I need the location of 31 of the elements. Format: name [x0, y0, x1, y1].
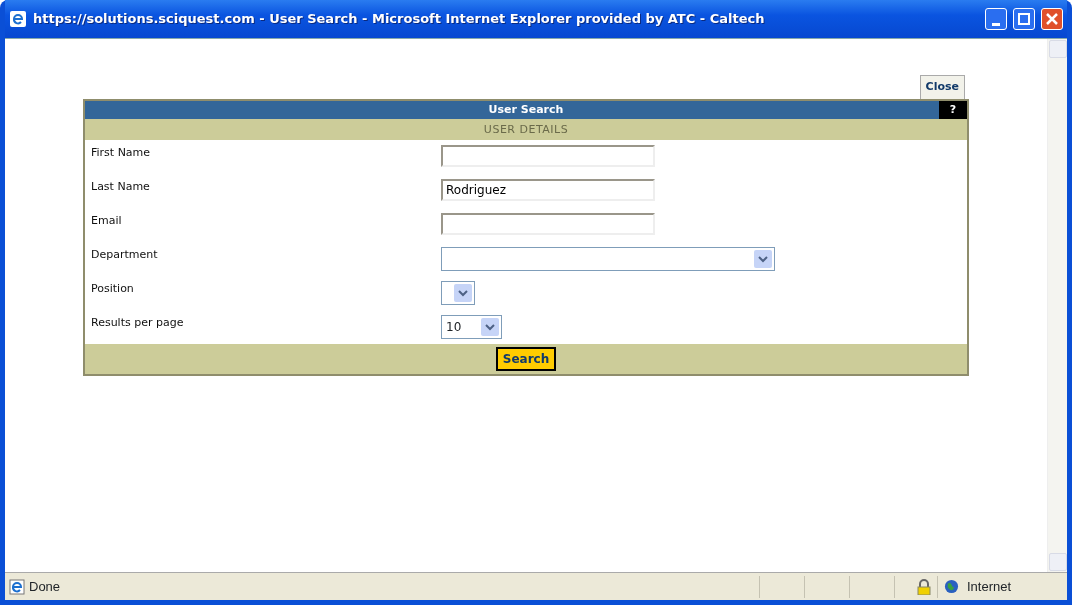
- status-text: Done: [29, 577, 62, 596]
- page-icon: [9, 578, 25, 595]
- field-label: Results per page: [90, 314, 185, 331]
- field-label: Last Name: [90, 178, 151, 195]
- close-icon: [1046, 13, 1058, 25]
- close-button[interactable]: Close: [919, 75, 965, 99]
- dropdown[interactable]: [441, 280, 475, 305]
- maximize-button[interactable]: [1013, 8, 1035, 30]
- window-title: https://solutions.sciquest.com - User Search - Microsoft Internet Explorer provided by ATC - Caltech: [33, 10, 766, 29]
- zone-label: Internet: [967, 577, 1013, 596]
- browser-icon: [9, 10, 27, 28]
- field-label: Email: [90, 212, 123, 229]
- close-window-button[interactable]: [1041, 8, 1063, 30]
- lock-icon: [917, 578, 931, 595]
- maximize-icon: [1018, 13, 1030, 25]
- help-button[interactable]: ?: [939, 100, 967, 119]
- text-field[interactable]: Rodriguez: [441, 178, 655, 201]
- text-field[interactable]: [441, 212, 655, 235]
- field-label: Position: [90, 280, 135, 297]
- search-button[interactable]: Search: [495, 346, 557, 371]
- text-field[interactable]: [441, 144, 655, 167]
- dropdown[interactable]: [441, 246, 775, 271]
- minimize-button[interactable]: [985, 8, 1007, 30]
- section-title: USER DETAILS: [85, 118, 967, 140]
- dropdown[interactable]: 10: [441, 314, 502, 339]
- field-label: Department: [90, 246, 159, 263]
- scrollbar[interactable]: [1047, 39, 1067, 572]
- panel-title: User Search: [488, 102, 564, 116]
- globe-icon: [944, 579, 959, 594]
- minimize-icon: [992, 22, 1000, 26]
- field-label: First Name: [90, 144, 152, 161]
